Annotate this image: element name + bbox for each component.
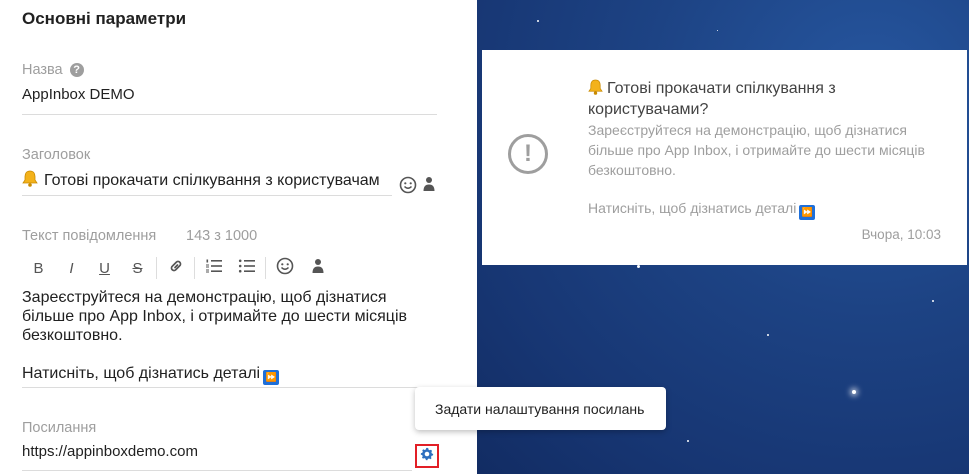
section-title: Основні параметри xyxy=(22,9,187,28)
link-label-text: Посилання xyxy=(22,420,97,436)
title-field-underline xyxy=(22,195,392,196)
bell-emoji-icon xyxy=(22,170,38,192)
message-line: безкоштовно. xyxy=(22,327,123,344)
title-label: Заголовок xyxy=(22,147,90,163)
link-field[interactable]: https://appinboxdemo.com xyxy=(22,443,198,460)
title-field-text: Готові прокачати спілкування з користува… xyxy=(44,172,380,189)
personalize-button[interactable] xyxy=(301,256,334,280)
name-label: Назва ? xyxy=(22,62,84,78)
star xyxy=(717,30,718,31)
ordered-list-button[interactable] xyxy=(197,256,230,280)
name-field-underline xyxy=(22,114,437,115)
bullet-list-button[interactable] xyxy=(230,256,263,280)
message-editor-underline xyxy=(22,387,437,388)
person-icon[interactable] xyxy=(421,175,437,193)
star xyxy=(767,334,769,336)
star xyxy=(852,390,856,394)
name-label-text: Назва xyxy=(22,62,63,78)
alert-circle-icon: ! xyxy=(508,134,548,174)
title-field[interactable]: Готові прокачати спілкування з користува… xyxy=(22,170,392,192)
preview-cta-text: Натисніть, щоб дізнатись деталі xyxy=(588,200,797,216)
message-line: більше про App Inbox, і отримайте до шес… xyxy=(22,308,408,325)
main-parameters-form: Основні параметри Назва ? AppInbox DEMO … xyxy=(0,0,477,474)
emoji-icon[interactable] xyxy=(398,175,418,195)
preview-title: Готові прокачати спілкування з користува… xyxy=(588,79,918,119)
gear-icon xyxy=(420,447,434,466)
preview-body-line: безкоштовно. xyxy=(588,162,676,178)
star xyxy=(537,20,539,22)
char-counter: 143 з 1000 xyxy=(186,228,258,244)
message-cta-text: Натисніть, щоб дізнатись деталі xyxy=(22,365,261,382)
link-field-underline xyxy=(22,470,412,471)
preview-body-line: більше про App Inbox, і отримайте до шес… xyxy=(588,142,925,158)
person-icon xyxy=(312,258,324,278)
notification-preview-card[interactable]: ! Готові прокачати спілкування з користу… xyxy=(482,50,967,265)
italic-button[interactable]: I xyxy=(55,256,88,280)
bullet-list-icon xyxy=(238,258,256,278)
strikethrough-button[interactable]: S xyxy=(121,256,154,280)
link-label: Посилання xyxy=(22,420,96,436)
formatting-toolbar: B I U S xyxy=(22,256,334,280)
bell-emoji-icon xyxy=(588,79,603,100)
preview-title-line1: Готові прокачати спілкування з xyxy=(607,80,836,97)
text-label-text: Текст повідомлення xyxy=(22,228,157,244)
message-line-cta: Натисніть, щоб дізнатись деталі ⏩ xyxy=(22,364,442,385)
preview-body-line: Зареєструйтеся на демонстрацію, щоб дізн… xyxy=(588,122,908,138)
fast-forward-emoji-icon: ⏩ xyxy=(799,205,816,220)
title-label-text: Заголовок xyxy=(22,147,91,163)
text-label: Текст повідомлення xyxy=(22,228,156,244)
preview-cta: Натисніть, щоб дізнатись деталі ⏩ xyxy=(588,200,816,220)
link-icon xyxy=(168,258,184,278)
preview-body: Зареєструйтеся на демонстрацію, щоб дізн… xyxy=(588,120,958,180)
message-line: Зареєструйтеся на демонстрацію, щоб дізн… xyxy=(22,289,387,306)
ordered-list-icon xyxy=(205,258,223,278)
star xyxy=(932,300,934,302)
star xyxy=(637,265,640,268)
underline-button[interactable]: U xyxy=(88,256,121,280)
preview-title-line2: користувачами? xyxy=(588,101,709,118)
link-settings-button[interactable] xyxy=(415,444,439,468)
name-field[interactable]: AppInbox DEMO xyxy=(22,86,135,103)
emoji-icon xyxy=(276,257,294,279)
preview-timestamp: Вчора, 10:03 xyxy=(861,227,941,242)
toolbar-divider xyxy=(156,257,157,279)
star xyxy=(687,440,689,442)
tooltip-text: Задати налаштування посилань xyxy=(435,400,645,417)
link-settings-tooltip: Задати налаштування посилань xyxy=(415,387,666,430)
toolbar-divider xyxy=(265,257,266,279)
toolbar-divider xyxy=(194,257,195,279)
emoji-button[interactable] xyxy=(268,256,301,280)
link-button[interactable] xyxy=(159,256,192,280)
fast-forward-emoji-icon: ⏩ xyxy=(263,370,280,385)
bold-button[interactable]: B xyxy=(22,256,55,280)
message-text-editor[interactable]: Зареєструйтеся на демонстрацію, щоб дізн… xyxy=(22,288,442,385)
help-icon[interactable]: ? xyxy=(69,63,84,77)
